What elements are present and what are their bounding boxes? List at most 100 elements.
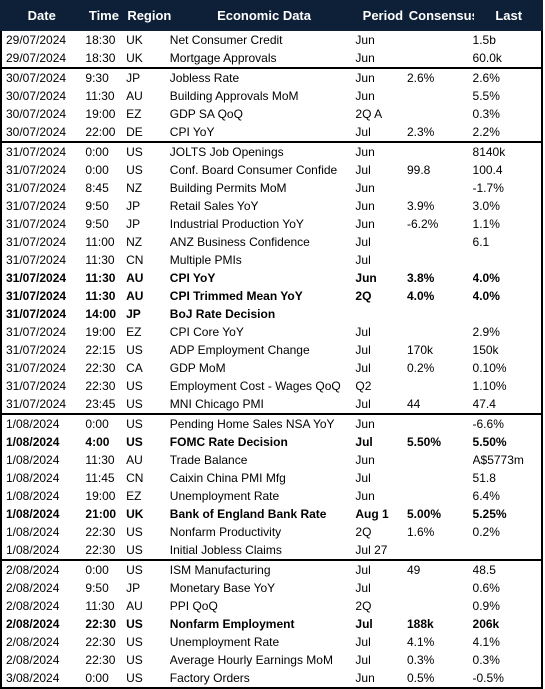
- cell-last: [473, 251, 541, 269]
- cell-economic-data: Unemployment Rate: [169, 635, 280, 649]
- cell-consensus: [407, 49, 473, 67]
- table-row: 31/07/2024 0:00 US JOLTS Job Openings Jun 814…: [2, 143, 541, 161]
- cell-economic-data: ISM Manufacturing: [169, 563, 271, 577]
- cell-economic-data: Initial Jobless Claims: [169, 543, 282, 557]
- table-row: 30/07/2024 9:30 JP Jobless Rate Jun 2.6% 2.6%: [2, 69, 541, 87]
- table-row: 1/08/2024 22:30 US Nonfarm Productivity 2Q 1.…: [2, 523, 541, 541]
- cell-region: JP: [126, 199, 141, 213]
- cell-region: AU: [126, 289, 144, 303]
- cell-period: Q2: [355, 379, 372, 393]
- cell-period: Jul 27: [355, 543, 388, 557]
- cell-date: 1/08/2024: [6, 525, 60, 539]
- cell-time: 22:30: [85, 361, 116, 375]
- cell-consensus: 49: [407, 563, 421, 577]
- header-time: Time: [88, 8, 119, 23]
- table-row: 31/07/2024 19:00 EZ CPI Core YoY Jul 2.9%: [2, 323, 541, 341]
- cell-consensus: 5.00%: [407, 507, 442, 521]
- cell-economic-data: Mortgage Approvals: [169, 51, 277, 65]
- cell-region: JP: [126, 71, 141, 85]
- cell-economic-data: Retail Sales YoY: [169, 199, 259, 213]
- cell-region: NZ: [126, 235, 143, 249]
- cell-region: US: [126, 417, 143, 431]
- cell-consensus: [407, 105, 473, 123]
- cell-consensus: [407, 541, 473, 559]
- cell-period: 2Q: [355, 599, 372, 613]
- cell-period: Jul: [355, 361, 371, 375]
- cell-period: Jul: [355, 163, 371, 177]
- cell-date: 2/08/2024: [6, 581, 60, 595]
- table-row: 1/08/2024 22:30 US Initial Jobless Claims Ju…: [2, 541, 541, 559]
- cell-last: 5.50%: [472, 435, 507, 449]
- cell-region: US: [126, 379, 143, 393]
- cell-period: Jul: [355, 253, 371, 267]
- cell-period: Jun: [355, 199, 375, 213]
- cell-economic-data: PPI QoQ: [169, 599, 218, 613]
- cell-time: 19:00: [85, 325, 116, 339]
- cell-last: 2.6%: [472, 71, 500, 85]
- cell-consensus: [407, 233, 473, 251]
- cell-time: 11:30: [85, 453, 115, 467]
- cell-time: 9:50: [85, 217, 109, 231]
- header-date: Date: [27, 8, 56, 23]
- cell-date: 1/08/2024: [6, 507, 60, 521]
- cell-economic-data: CPI Trimmed Mean YoY: [169, 289, 303, 303]
- cell-date: 1/08/2024: [6, 471, 60, 485]
- header-last: Last: [495, 8, 523, 23]
- cell-time: 22:30: [85, 379, 116, 393]
- cell-economic-data: Bank of England Bank Rate: [169, 507, 327, 521]
- cell-time: 22:30: [85, 653, 116, 667]
- table-row: 31/07/2024 0:00 US Conf. Board Consumer Con…: [2, 161, 541, 179]
- table-row: 29/07/2024 18:30 UK Net Consumer Credit Jun 1…: [2, 31, 541, 49]
- cell-region: CN: [126, 253, 144, 267]
- cell-date: 2/08/2024: [6, 635, 60, 649]
- cell-date: 31/07/2024: [6, 235, 67, 249]
- cell-last: -0.5%: [472, 671, 504, 685]
- cell-consensus: [407, 469, 473, 487]
- cell-region: US: [126, 563, 143, 577]
- cell-economic-data: Average Hourly Earnings MoM: [169, 653, 333, 667]
- cell-economic-data: JOLTS Job Openings: [169, 145, 284, 159]
- cell-economic-data: CPI YoY: [169, 125, 215, 139]
- cell-consensus: [407, 597, 473, 615]
- cell-period: Aug 1: [355, 507, 389, 521]
- date-group: 30/07/2024 9:30 JP Jobless Rate Jun 2.6% 2.6% 3…: [2, 67, 541, 141]
- cell-time: 11:30: [85, 271, 116, 285]
- cell-last: 3.0%: [472, 199, 500, 213]
- cell-time: 0:00: [85, 417, 109, 431]
- cell-region: US: [126, 163, 143, 177]
- cell-time: 22:15: [85, 343, 116, 357]
- table-row: 31/07/2024 9:50 JP Retail Sales YoY Jun 3.9% 3…: [2, 197, 541, 215]
- cell-date: 31/07/2024: [6, 343, 67, 357]
- cell-date: 2/08/2024: [6, 599, 60, 613]
- table-row: 31/07/2024 22:15 US ADP Employment Change Ju…: [2, 341, 541, 359]
- cell-period: Jun: [355, 489, 375, 503]
- table-row: 31/07/2024 9:50 JP Industrial Production Yo…: [2, 215, 541, 233]
- cell-last: 0.9%: [472, 599, 500, 613]
- cell-date: 30/07/2024: [6, 125, 67, 139]
- cell-consensus: [407, 143, 473, 161]
- cell-time: 22:00: [85, 125, 116, 139]
- cell-economic-data: ANZ Business Confidence: [169, 235, 310, 249]
- cell-period: Jul: [355, 653, 371, 667]
- table-row: 2/08/2024 22:30 US Unemployment Rate Jul 4.1%…: [2, 633, 541, 651]
- cell-date: 30/07/2024: [6, 107, 67, 121]
- table-body: 29/07/2024 18:30 UK Net Consumer Credit Jun 1…: [0, 31, 543, 689]
- cell-consensus: 188k: [407, 617, 434, 631]
- cell-period: Jul: [355, 325, 371, 339]
- cell-economic-data: CPI Core YoY: [169, 325, 244, 339]
- cell-region: AU: [126, 89, 143, 103]
- cell-region: JP: [126, 581, 141, 595]
- cell-date: 2/08/2024: [6, 563, 60, 577]
- cell-time: 9:50: [85, 581, 109, 595]
- cell-last: -6.6%: [472, 417, 504, 431]
- cell-last: 2.2%: [472, 125, 500, 139]
- cell-last: 8140k: [472, 145, 506, 159]
- cell-period: 2Q A: [355, 107, 383, 121]
- cell-date: 2/08/2024: [6, 617, 60, 631]
- cell-period: Jun: [355, 217, 375, 231]
- cell-economic-data: Nonfarm Employment: [169, 617, 295, 631]
- cell-consensus: 5.50%: [407, 435, 442, 449]
- cell-time: 22:30: [85, 543, 116, 557]
- cell-period: 2Q: [355, 289, 372, 303]
- cell-economic-data: Industrial Production YoY: [169, 217, 304, 231]
